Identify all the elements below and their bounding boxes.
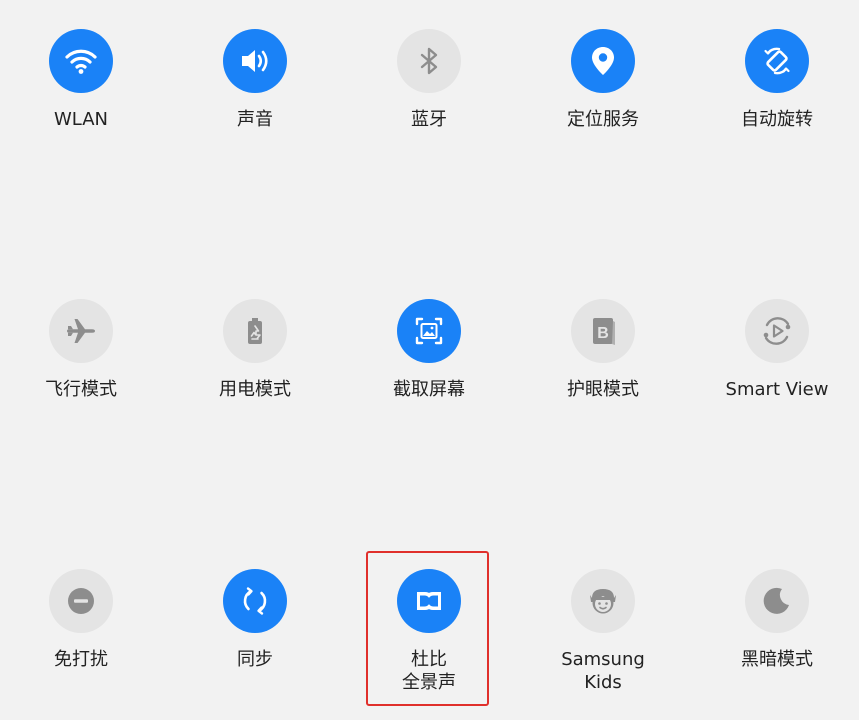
tile-label: 护眼模式 — [567, 379, 639, 400]
sync-icon — [243, 587, 267, 615]
location-toggle-button[interactable] — [571, 29, 635, 93]
battery-saver-icon — [248, 318, 262, 344]
dark-mode-icon — [763, 587, 789, 614]
tile-label: 用电模式 — [219, 379, 291, 400]
tile-airplane-mode[interactable]: 飞行模式 — [11, 299, 151, 401]
tile-label: 飞行模式 — [45, 379, 117, 400]
wifi-toggle-button[interactable] — [49, 29, 113, 93]
tile-label: Smart View — [725, 379, 829, 400]
sound-toggle-button[interactable] — [223, 29, 287, 93]
tile-location[interactable]: 定位服务 — [533, 29, 673, 131]
bluetooth-icon — [420, 47, 438, 75]
quick-settings-panel: WLAN 声音 蓝牙 定位服务 自动旋转 飞行模式 用电模式 截取屏幕 B 护眼… — [0, 0, 859, 720]
wifi-icon — [65, 49, 97, 74]
airplane-toggle-button[interactable] — [49, 299, 113, 363]
volume-icon — [242, 50, 268, 72]
tile-power-mode[interactable]: 用电模式 — [185, 299, 325, 401]
samsung-kids-button[interactable] — [571, 569, 635, 633]
tile-dark-mode[interactable]: 黑暗模式 — [707, 569, 847, 671]
eye-comfort-toggle-button[interactable]: B — [571, 299, 635, 363]
dark-mode-toggle-button[interactable] — [745, 569, 809, 633]
tile-label: 自动旋转 — [741, 109, 813, 130]
eye-comfort-icon: B — [593, 318, 615, 345]
auto-rotate-toggle-button[interactable] — [745, 29, 809, 93]
tile-wlan[interactable]: WLAN — [11, 29, 151, 131]
tile-label: 定位服务 — [567, 109, 639, 130]
smart-view-button[interactable] — [745, 299, 809, 363]
tile-eye-comfort[interactable]: B 护眼模式 — [533, 299, 673, 401]
tile-auto-rotate[interactable]: 自动旋转 — [707, 29, 847, 131]
tile-label: 免打扰 — [54, 649, 108, 670]
tile-label-line1: Samsung — [561, 649, 645, 670]
tile-label: 声音 — [237, 109, 273, 130]
sync-toggle-button[interactable] — [223, 569, 287, 633]
tile-screenshot[interactable]: 截取屏幕 — [359, 299, 499, 401]
auto-rotate-icon — [764, 47, 790, 75]
tile-samsung-kids[interactable]: Samsung Kids — [533, 569, 673, 694]
location-icon — [592, 47, 614, 75]
do-not-disturb-icon — [68, 588, 94, 614]
tile-label: 截取屏幕 — [393, 379, 465, 400]
screenshot-icon — [415, 317, 443, 345]
tile-label: WLAN — [53, 109, 109, 130]
tile-sync[interactable]: 同步 — [185, 569, 325, 671]
tile-label: Samsung Kids — [561, 648, 645, 694]
airplane-icon — [67, 319, 95, 343]
tile-label: 蓝牙 — [411, 109, 447, 130]
tile-label: 黑暗模式 — [741, 649, 813, 670]
do-not-disturb-toggle-button[interactable] — [49, 569, 113, 633]
tile-label: 同步 — [237, 649, 273, 670]
power-mode-toggle-button[interactable] — [223, 299, 287, 363]
bluetooth-toggle-button[interactable] — [397, 29, 461, 93]
tile-do-not-disturb[interactable]: 免打扰 — [11, 569, 151, 671]
tile-sound[interactable]: 声音 — [185, 29, 325, 131]
selection-highlight-box — [366, 551, 489, 706]
tile-smart-view[interactable]: Smart View — [707, 299, 847, 401]
tile-bluetooth[interactable]: 蓝牙 — [359, 29, 499, 131]
samsung-kids-icon — [590, 589, 616, 614]
svg-text:B: B — [597, 325, 609, 342]
screenshot-button[interactable] — [397, 299, 461, 363]
tile-label-line2: Kids — [584, 672, 622, 693]
smart-view-icon — [763, 317, 791, 345]
